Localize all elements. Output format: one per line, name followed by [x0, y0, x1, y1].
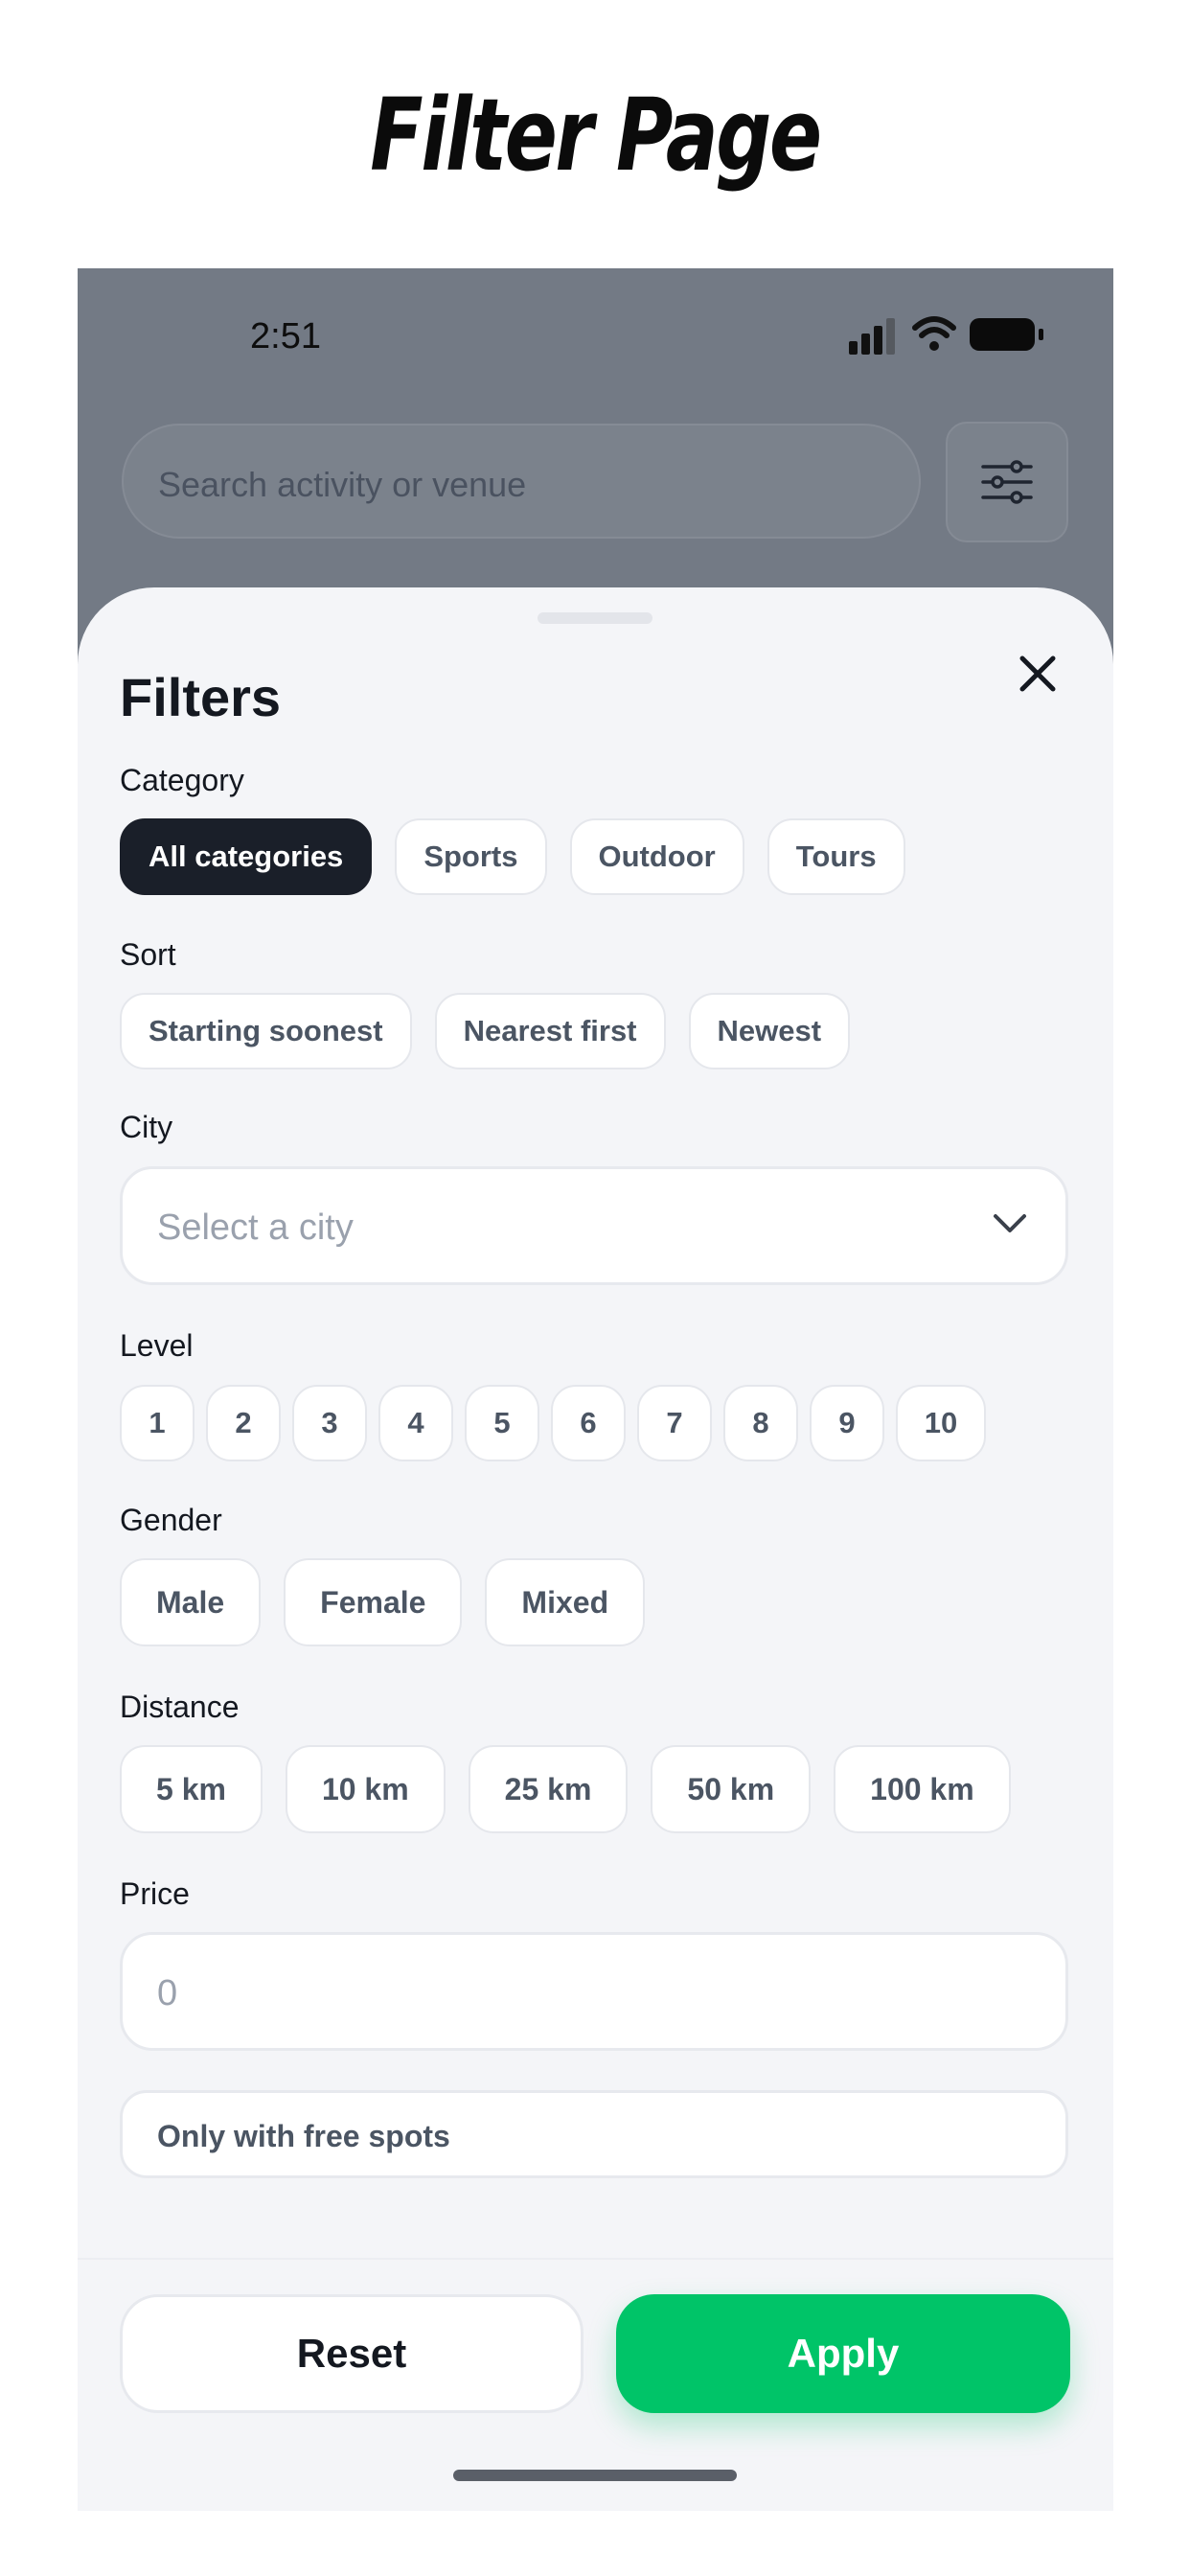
sheet-drag-handle[interactable]	[538, 612, 652, 624]
free-spots-toggle[interactable]: Only with free spots	[120, 2090, 1068, 2178]
price-label: Price	[120, 1876, 190, 1911]
search-input[interactable]: Search activity or venue	[122, 424, 921, 539]
distance-chip-100km[interactable]: 100 km	[834, 1745, 1011, 1833]
sort-chip-starting-soonest[interactable]: Starting soonest	[120, 993, 412, 1070]
level-chip-1[interactable]: 1	[120, 1385, 195, 1461]
level-chip-9[interactable]: 9	[810, 1385, 884, 1461]
level-chip-6[interactable]: 6	[551, 1385, 626, 1461]
category-chip-outdoor[interactable]: Outdoor	[569, 818, 744, 895]
search-placeholder: Search activity or venue	[158, 465, 527, 504]
chevron-down-icon	[994, 1214, 1026, 1232]
home-indicator	[453, 2470, 737, 2481]
level-chip-2[interactable]: 2	[206, 1385, 281, 1461]
sort-chip-newest[interactable]: Newest	[688, 993, 851, 1070]
distance-chip-50km[interactable]: 50 km	[651, 1745, 812, 1833]
level-chip-4[interactable]: 4	[378, 1385, 453, 1461]
category-chip-sports[interactable]: Sports	[395, 818, 547, 895]
distance-chip-25km[interactable]: 25 km	[468, 1745, 629, 1833]
price-placeholder: 0	[157, 1973, 178, 2013]
level-chips: 1 2 3 4 5 6 7 8 9 10	[120, 1385, 986, 1461]
distance-chip-5km[interactable]: 5 km	[120, 1745, 263, 1833]
category-label: Category	[120, 763, 244, 797]
price-input[interactable]: 0	[120, 1932, 1068, 2051]
free-spots-label: Only with free spots	[157, 2119, 450, 2153]
distance-label: Distance	[120, 1690, 240, 1724]
close-icon[interactable]	[1017, 653, 1059, 695]
wifi-icon	[912, 316, 956, 351]
category-chip-all[interactable]: All categories	[120, 818, 373, 895]
distance-chip-10km[interactable]: 10 km	[285, 1745, 446, 1833]
city-placeholder: Select a city	[157, 1208, 354, 1248]
gender-chip-mixed[interactable]: Mixed	[485, 1558, 646, 1646]
category-chip-tours[interactable]: Tours	[767, 818, 905, 895]
distance-chips: 5 km 10 km 25 km 50 km 100 km	[120, 1745, 1011, 1833]
sort-chips: Starting soonest Nearest first Newest	[120, 993, 851, 1070]
sheet-title: Filters	[120, 667, 282, 727]
category-chips: All categories Sports Outdoor Tours	[120, 818, 905, 895]
level-label: Level	[120, 1328, 194, 1363]
city-select[interactable]: Select a city	[120, 1166, 1068, 1285]
footer-divider	[78, 2258, 1113, 2260]
level-chip-5[interactable]: 5	[465, 1385, 539, 1461]
level-chip-7[interactable]: 7	[637, 1385, 712, 1461]
gender-chips: Male Female Mixed	[120, 1558, 646, 1646]
page-title: Filter Page	[370, 77, 822, 194]
filter-button[interactable]	[946, 422, 1068, 542]
level-chip-3[interactable]: 3	[292, 1385, 367, 1461]
gender-chip-male[interactable]: Male	[120, 1558, 262, 1646]
gender-label: Gender	[120, 1503, 222, 1537]
sort-chip-nearest-first[interactable]: Nearest first	[434, 993, 666, 1070]
battery-icon	[970, 318, 1035, 351]
city-label: City	[120, 1110, 173, 1144]
phone-screen: 2:51 Search activity or venue Filters Ca…	[78, 268, 1113, 2511]
filter-sheet: Filters Category All categories Sports O…	[78, 587, 1113, 2511]
status-time: 2:51	[250, 316, 321, 356]
level-chip-8[interactable]: 8	[723, 1385, 798, 1461]
apply-button[interactable]: Apply	[616, 2294, 1070, 2413]
sort-label: Sort	[120, 937, 176, 972]
sliders-icon	[981, 460, 1033, 504]
gender-chip-female[interactable]: Female	[284, 1558, 463, 1646]
level-chip-10[interactable]: 10	[896, 1385, 986, 1461]
reset-button[interactable]: Reset	[120, 2294, 584, 2413]
